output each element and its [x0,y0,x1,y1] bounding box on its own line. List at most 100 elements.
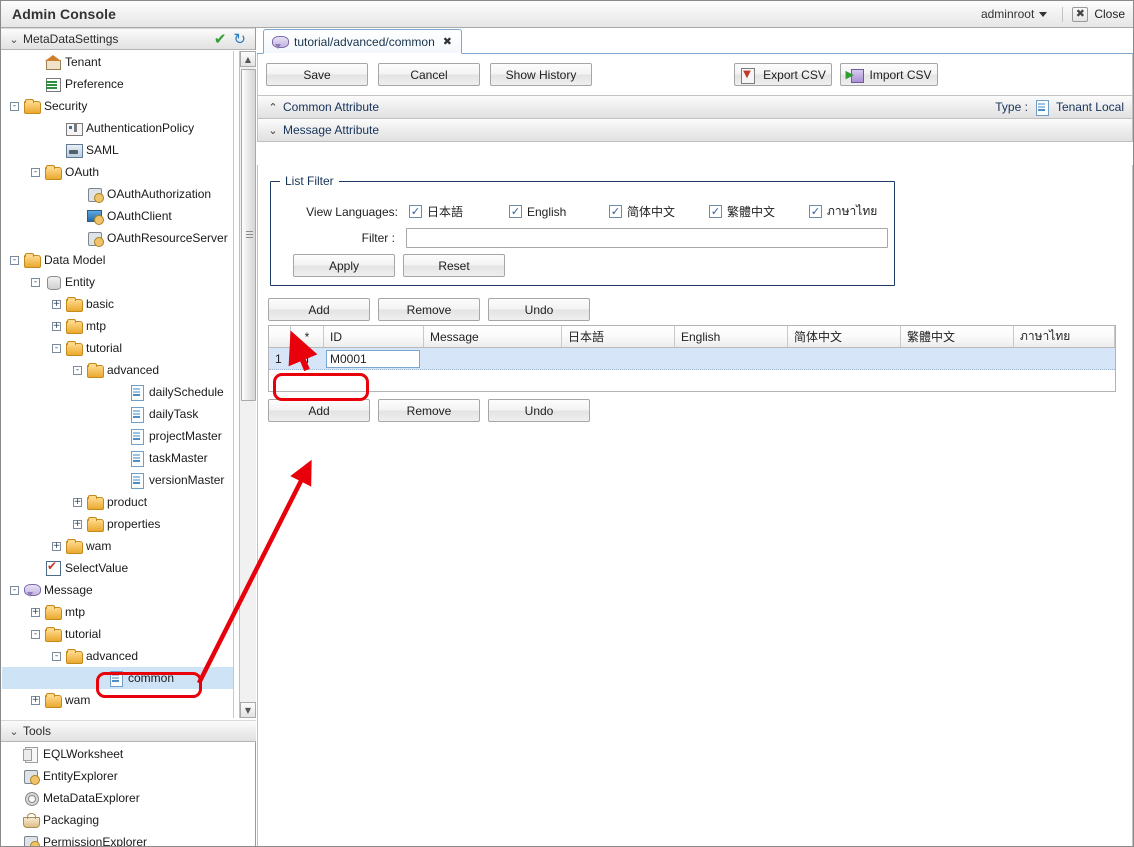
add-button-bottom[interactable]: Add [268,399,370,422]
remove-button-top[interactable]: Remove [378,298,480,321]
grid-column-header[interactable]: English [675,326,788,347]
tree-item-advanced[interactable]: - advanced [2,359,233,381]
reset-button[interactable]: Reset [403,254,505,277]
tree-scrollbar[interactable]: ▲ ▼ [239,51,256,718]
expand-icon[interactable]: + [73,497,82,507]
tree-item-oauth[interactable]: - OAuth [2,161,233,183]
collapse-icon[interactable]: - [31,629,40,639]
cell-zh-cn[interactable] [788,348,901,369]
close-icon[interactable]: ✖ [443,35,452,48]
tools-item-entityexplorer[interactable]: EntityExplorer [1,765,255,787]
collapse-icon[interactable]: - [10,101,19,111]
metadata-tree[interactable]: Tenant Preference - Security AuthenticationP… [2,51,234,718]
tree-item-dailyschedule[interactable]: dailySchedule [2,381,233,403]
expand-icon[interactable]: + [52,541,61,551]
tree-item-wam[interactable]: + wam [2,689,233,711]
language-checkbox-ja[interactable]: ✓ 日本語 [409,203,509,220]
add-button-top[interactable]: Add [268,298,370,321]
scroll-up-icon[interactable]: ▲ [240,51,256,67]
grid-column-header[interactable]: ภาษาไทย [1014,326,1115,347]
expand-icon[interactable]: + [52,321,61,331]
tree-item-tenant[interactable]: Tenant [2,51,233,73]
tree-item-wam[interactable]: + wam [2,535,233,557]
language-checkbox-th[interactable]: ✓ ภาษาไทย [809,202,877,221]
tree-item-oauthresourceserver[interactable]: OAuthResourceServer [2,227,233,249]
expand-icon[interactable]: + [73,519,82,529]
tree-item-security[interactable]: - Security [2,95,233,117]
tree-item-oauthauthorization[interactable]: OAuthAuthorization [2,183,233,205]
tree-item-selectvalue[interactable]: SelectValue [2,557,233,579]
collapse-icon[interactable]: - [31,167,40,177]
collapse-icon[interactable]: - [52,651,61,661]
tree-item-saml[interactable]: SAML [2,139,233,161]
table-row[interactable]: 1 I [269,348,1115,370]
tree-item-tutorial[interactable]: - tutorial [2,337,233,359]
collapse-icon[interactable]: - [10,255,19,265]
cancel-button[interactable]: Cancel [378,63,480,86]
close-button[interactable]: ✖ Close [1072,6,1125,22]
id-input[interactable] [326,349,420,368]
expand-icon[interactable]: + [31,607,40,617]
cell-id[interactable] [324,348,424,369]
grid-column-header[interactable] [269,326,291,347]
tree-item-data-model[interactable]: - Data Model [2,249,233,271]
language-checkbox-zh-tw[interactable]: ✓ 繁體中文 [709,203,809,220]
tree-item-mtp[interactable]: + mtp [2,601,233,623]
undo-button-bottom[interactable]: Undo [488,399,590,422]
tools-item-packaging[interactable]: Packaging [1,809,255,831]
tree-item-projectmaster[interactable]: projectMaster [2,425,233,447]
tools-item-permissionexplorer[interactable]: PermissionExplorer [1,831,255,846]
common-attribute-header[interactable]: ⌃ Common Attribute Type : Tenant Local [257,96,1133,119]
export-csv-button[interactable]: Export CSV [734,63,832,86]
expand-icon[interactable]: + [31,695,40,705]
scroll-down-icon[interactable]: ▼ [240,702,256,718]
tree-item-taskmaster[interactable]: taskMaster [2,447,233,469]
apply-button[interactable]: Apply [293,254,395,277]
grid-column-header[interactable]: 繁體中文 [901,326,1014,347]
remove-button-bottom[interactable]: Remove [378,399,480,422]
language-checkbox-zh-cn[interactable]: ✓ 简体中文 [609,203,709,220]
collapse-icon[interactable]: - [10,585,19,595]
language-checkbox-en[interactable]: ✓ English [509,205,609,219]
tree-item-product[interactable]: + product [2,491,233,513]
tree-item-oauthclient[interactable]: OAuthClient [2,205,233,227]
show-history-button[interactable]: Show History [490,63,592,86]
cell-zh-tw[interactable] [901,348,1014,369]
grid-column-header[interactable]: * [291,326,324,347]
tree-item-mtp[interactable]: + mtp [2,315,233,337]
sidebar-section-metadatasettings[interactable]: ⌄ MetaDataSettings ✔ ↻ [1,28,255,50]
tools-list[interactable]: EQLWorksheet EntityExplorer MetaDataExplor… [1,743,255,846]
tree-item-versionmaster[interactable]: versionMaster [2,469,233,491]
tools-item-eqlworksheet[interactable]: EQLWorksheet [1,743,255,765]
user-menu[interactable]: adminroot [975,5,1053,23]
collapse-icon[interactable]: - [31,277,40,287]
check-green-icon[interactable]: ✔ [214,31,227,47]
cell-en[interactable] [675,348,788,369]
cell-message[interactable] [424,348,562,369]
tree-item-common[interactable]: common [2,667,233,689]
cell-th[interactable] [1014,348,1115,369]
tree-item-properties[interactable]: + properties [2,513,233,535]
tools-item-metadataexplorer[interactable]: MetaDataExplorer [1,787,255,809]
tree-item-tutorial[interactable]: - tutorial [2,623,233,645]
filter-input[interactable] [405,228,888,248]
tree-item-message[interactable]: - Message [2,579,233,601]
tree-item-dailytask[interactable]: dailyTask [2,403,233,425]
expand-icon[interactable]: + [52,299,61,309]
scrollbar-thumb[interactable] [241,69,256,401]
grid-column-header[interactable]: ID [324,326,424,347]
tab-tutorial-advanced-common[interactable]: tutorial/advanced/common ✖ [263,29,462,54]
tree-item-basic[interactable]: + basic [2,293,233,315]
undo-button-top[interactable]: Undo [488,298,590,321]
message-grid[interactable]: * ID Message 日本語 English 简体中文 繁體中文 ภาษาไทย 1 I [268,325,1116,392]
collapse-icon[interactable]: - [73,365,82,375]
sidebar-section-tools[interactable]: ⌄ Tools [1,720,256,742]
grid-column-header[interactable]: Message [424,326,562,347]
import-csv-button[interactable]: Import CSV [840,63,938,86]
refresh-blue-icon[interactable]: ↻ [233,31,246,47]
tree-item-entity[interactable]: - Entity [2,271,233,293]
grid-column-header[interactable]: 简体中文 [788,326,901,347]
tree-item-advanced[interactable]: - advanced [2,645,233,667]
message-attribute-header[interactable]: ⌄ Message Attribute [257,119,1133,142]
cell-ja[interactable] [562,348,675,369]
